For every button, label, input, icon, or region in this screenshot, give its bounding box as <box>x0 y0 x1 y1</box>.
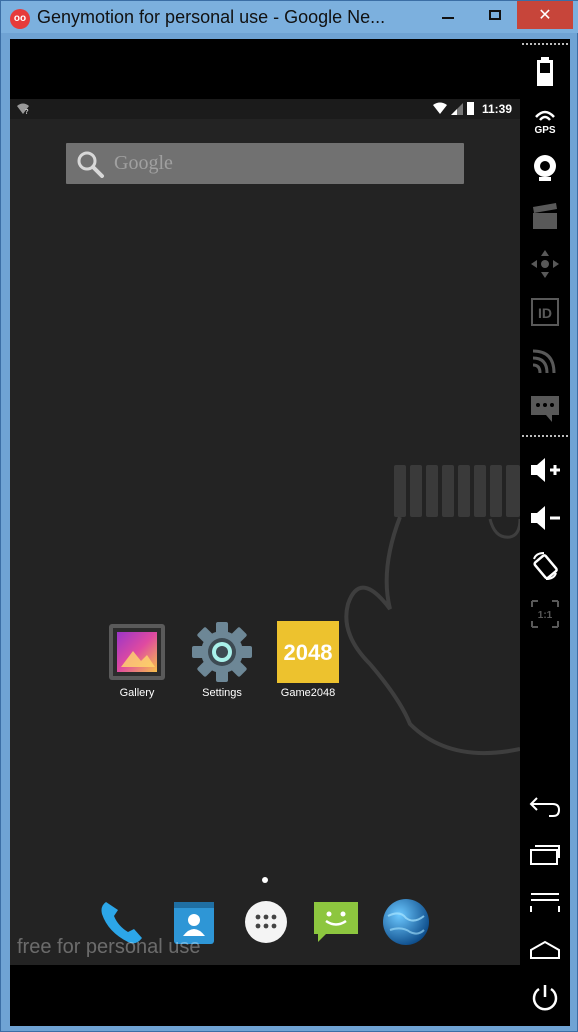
sms-icon <box>531 396 559 422</box>
home-button[interactable] <box>528 933 562 967</box>
network-icon <box>532 349 556 374</box>
app-label: Gallery <box>119 687 155 699</box>
app-drawer-icon <box>245 901 287 943</box>
dock-browser[interactable] <box>380 896 432 948</box>
pixel-perfect-icon: 1:1 <box>531 600 559 628</box>
battery-icon <box>537 57 553 86</box>
emulator-toolbar: GPS ID 1:1 <box>520 39 570 1026</box>
app-gallery[interactable]: Gallery <box>97 621 177 699</box>
menu-button[interactable] <box>528 885 562 919</box>
home-icon <box>530 940 560 959</box>
globe-icon <box>383 899 429 945</box>
volume-down-button[interactable] <box>528 501 562 535</box>
menu-icon <box>530 893 560 912</box>
rotate-icon <box>533 552 558 580</box>
webcam-icon <box>534 155 556 181</box>
gps-icon: GPS <box>534 110 556 135</box>
svg-text:1:1: 1:1 <box>538 610 553 621</box>
app-settings[interactable]: Settings <box>182 621 262 699</box>
search-icon <box>77 151 104 178</box>
svg-text:GPS: GPS <box>534 125 555 135</box>
battery-icon <box>467 102 474 115</box>
back-icon <box>529 797 561 817</box>
power-icon <box>532 985 558 1011</box>
device-id-tool[interactable]: ID <box>528 295 562 329</box>
genymotion-logo-icon: oo <box>10 9 30 29</box>
app-game2048[interactable]: 2048 Game2048 <box>268 621 348 699</box>
google-search-bar[interactable]: Google <box>66 143 464 184</box>
network-tool[interactable] <box>528 343 562 377</box>
emulator-window: oo Genymotion for personal use - Google … <box>0 0 578 1032</box>
gallery-icon <box>109 624 165 680</box>
svg-text:ID: ID <box>538 305 552 321</box>
recent-apps-icon <box>530 845 560 865</box>
maximize-icon <box>489 10 501 20</box>
toolbar-separator <box>522 435 568 437</box>
app-label: Settings <box>202 687 242 699</box>
back-button[interactable] <box>528 789 562 823</box>
signal-icon <box>451 103 463 115</box>
window-title: Genymotion for personal use - Google Ne.… <box>37 7 386 27</box>
clock: 11:39 <box>482 102 513 116</box>
close-button[interactable]: ✕ <box>517 1 573 29</box>
page-indicator <box>262 877 268 883</box>
game2048-icon: 2048 <box>277 621 339 683</box>
toolbar-separator <box>522 43 568 45</box>
volume-up-button[interactable] <box>528 453 562 487</box>
status-bar[interactable]: ? 11:39 <box>10 99 520 119</box>
rotate-button[interactable] <box>528 549 562 583</box>
screencast-icon <box>533 203 557 229</box>
device-area: ? 11:39 Google Gallery Settings 2048 Gam… <box>10 39 570 1026</box>
svg-text:?: ? <box>25 108 29 115</box>
pixel-perfect-tool[interactable]: 1:1 <box>528 597 562 631</box>
wifi-question-icon: ? <box>17 103 29 115</box>
battery-tool[interactable] <box>528 55 562 89</box>
gps-tool[interactable]: GPS <box>528 103 562 137</box>
screencast-tool[interactable] <box>528 199 562 233</box>
dpad-tool[interactable] <box>528 247 562 281</box>
mitten-wallpaper <box>344 465 520 756</box>
search-placeholder: Google <box>114 152 173 174</box>
android-screen[interactable]: ? 11:39 Google Gallery Settings 2048 Gam… <box>10 99 520 965</box>
sms-tool[interactable] <box>528 391 562 425</box>
app-label: Game2048 <box>280 687 336 699</box>
dpad-icon <box>531 250 559 278</box>
app-drawer-button[interactable] <box>240 896 292 948</box>
volume-up-icon <box>531 458 560 482</box>
dock-messaging[interactable] <box>310 896 362 948</box>
minimize-button[interactable] <box>425 1 471 29</box>
game2048-tile-text: 2048 <box>284 640 333 665</box>
messaging-icon <box>314 902 358 942</box>
device-id-icon: ID <box>531 298 559 326</box>
webcam-tool[interactable] <box>528 151 562 185</box>
power-button[interactable] <box>528 981 562 1015</box>
wifi-icon <box>433 102 447 114</box>
maximize-button[interactable] <box>472 1 518 29</box>
watermark-text: free for personal use <box>17 936 201 958</box>
recent-apps-button[interactable] <box>528 837 562 871</box>
title-bar[interactable]: oo Genymotion for personal use - Google … <box>1 1 578 33</box>
minimize-icon <box>442 17 454 19</box>
volume-down-icon <box>531 506 560 530</box>
gear-icon <box>192 622 252 682</box>
